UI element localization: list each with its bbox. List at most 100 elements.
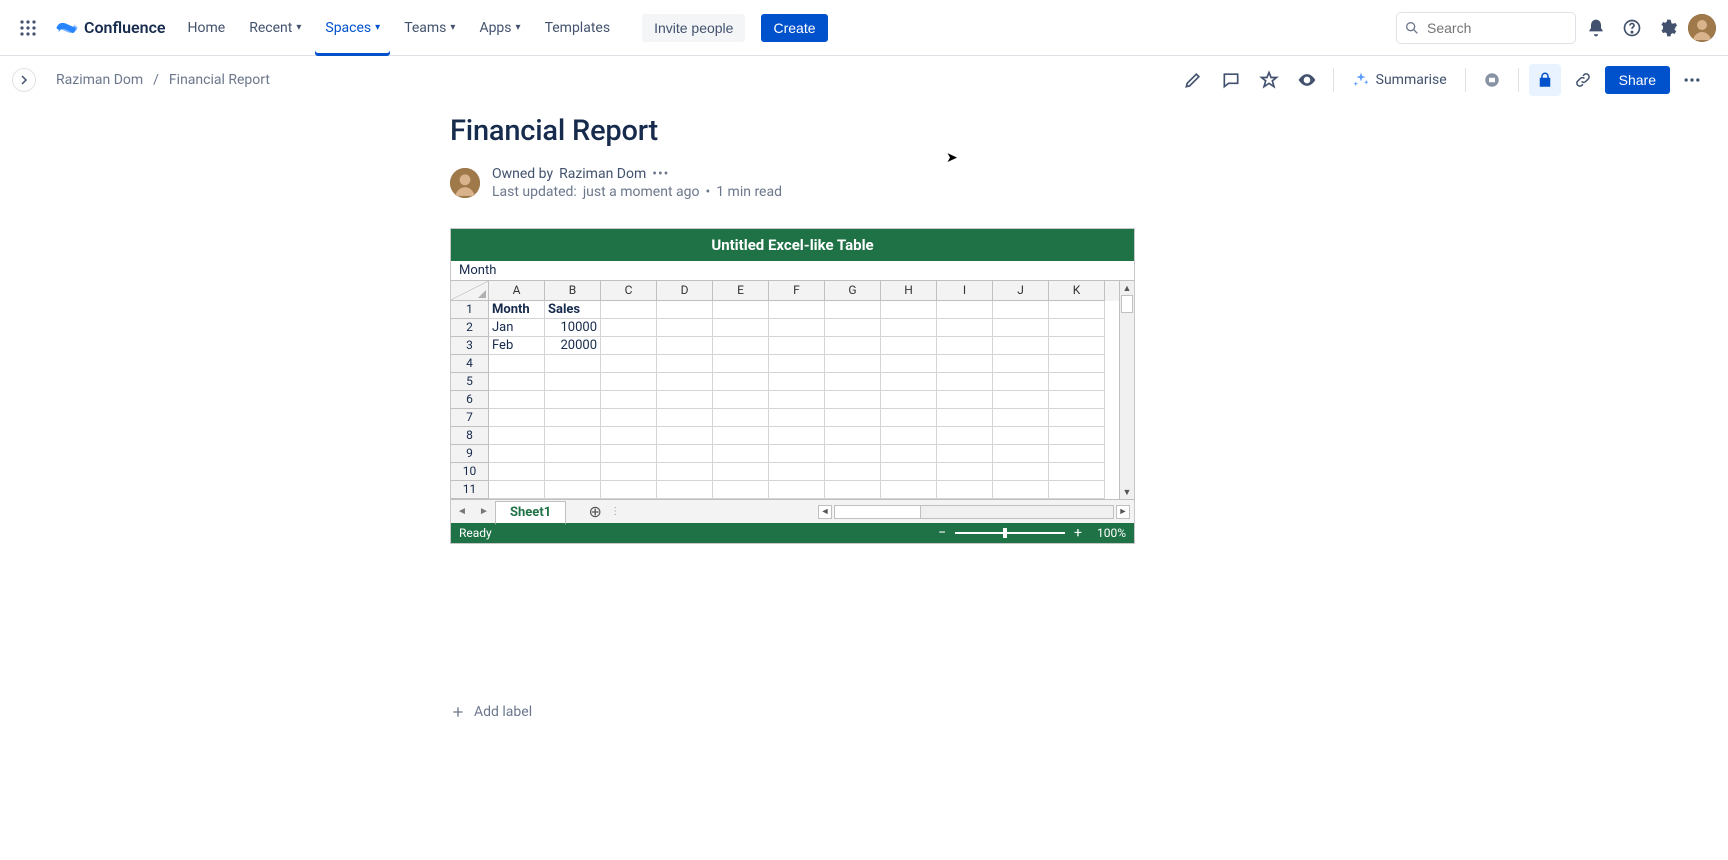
zoom-in-icon[interactable]: + (1071, 525, 1085, 541)
col-header-C[interactable]: C (601, 281, 657, 301)
col-header-B[interactable]: B (545, 281, 601, 301)
breadcrumb-page[interactable]: Financial Report (169, 72, 270, 88)
col-header-E[interactable]: E (713, 281, 769, 301)
page-content: Financial Report Owned by Raziman Dom ••… (0, 104, 1728, 720)
hscroll-thumb[interactable] (835, 506, 921, 518)
last-updated-value[interactable]: just a moment ago (583, 184, 700, 200)
profile-avatar[interactable] (1688, 14, 1716, 42)
restrictions-icon[interactable] (1529, 64, 1561, 96)
confluence-logo[interactable]: Confluence (48, 17, 174, 39)
scroll-down-icon[interactable]: ▼ (1120, 485, 1134, 499)
watch-icon[interactable] (1291, 64, 1323, 96)
zoom-slider[interactable] (955, 532, 1065, 534)
add-label-button[interactable]: Add label (450, 704, 532, 720)
chevron-down-icon: ▾ (450, 22, 455, 33)
sheet-title: Untitled Excel-like Table (451, 229, 1134, 261)
zoom-out-icon[interactable]: − (935, 525, 949, 541)
help-icon[interactable] (1616, 12, 1648, 44)
sheet-tab[interactable]: Sheet1 (495, 501, 566, 525)
nav-teams[interactable]: Teams▾ (394, 0, 465, 56)
share-button[interactable]: Share (1605, 66, 1670, 94)
cell-B3[interactable]: 20000 (545, 337, 601, 355)
byline: Owned by Raziman Dom ••• Last updated: j… (450, 166, 1728, 200)
invite-people-button[interactable]: Invite people (642, 14, 745, 42)
cell-A3[interactable]: Feb (489, 337, 545, 355)
col-header-D[interactable]: D (657, 281, 713, 301)
vertical-scrollbar[interactable]: ▲ ▼ (1119, 281, 1134, 499)
spreadsheet-widget: Untitled Excel-like Table Month A B C D … (450, 228, 1135, 544)
byline-more-icon[interactable]: ••• (652, 166, 669, 182)
presentation-icon[interactable] (1476, 64, 1508, 96)
nav-recent[interactable]: Recent▾ (239, 0, 311, 56)
page-header: Raziman Dom / Financial Report Summarise (0, 56, 1728, 104)
col-header-K[interactable]: K (1049, 281, 1105, 301)
edit-icon[interactable] (1177, 64, 1209, 96)
hscroll-left-icon[interactable]: ◄ (818, 505, 832, 519)
add-sheet-icon[interactable]: ⊕ (584, 501, 606, 523)
search-input[interactable] (1396, 12, 1576, 44)
top-nav: Confluence Home Recent▾ Spaces▾ Teams▾ A… (0, 0, 1728, 56)
zoom-value: 100% (1097, 526, 1126, 540)
owned-by-label: Owned by (492, 166, 553, 182)
col-header-I[interactable]: I (937, 281, 993, 301)
cell-B1[interactable]: Sales (545, 301, 601, 319)
notifications-icon[interactable] (1580, 12, 1612, 44)
settings-icon[interactable] (1652, 12, 1684, 44)
row-header[interactable]: 3 (451, 337, 489, 355)
product-name: Confluence (84, 18, 166, 37)
scroll-thumb[interactable] (1121, 295, 1133, 313)
tab-resize-grip[interactable]: ⋮ (606, 506, 614, 517)
read-time: 1 min read (716, 184, 782, 200)
owner-name[interactable]: Raziman Dom (559, 166, 646, 182)
tab-prev-icon[interactable]: ◄ (451, 506, 473, 517)
cell-A2[interactable]: Jan (489, 319, 545, 337)
summarise-button[interactable]: Summarise (1344, 67, 1455, 93)
zoom-control[interactable]: − + 100% (935, 525, 1126, 541)
col-header-J[interactable]: J (993, 281, 1049, 301)
last-updated-label: Last updated: (492, 184, 577, 200)
nav-home[interactable]: Home (178, 0, 236, 56)
col-header-H[interactable]: H (881, 281, 937, 301)
more-actions-icon[interactable] (1676, 64, 1708, 96)
col-header-A[interactable]: A (489, 281, 545, 301)
chevron-down-icon: ▾ (516, 22, 521, 33)
chevron-down-icon: ▾ (296, 22, 301, 33)
plus-icon (450, 704, 466, 720)
search-box[interactable] (1396, 12, 1576, 44)
column-headers: A B C D E F G H I J K (451, 281, 1134, 301)
expand-sidebar-button[interactable] (12, 68, 36, 92)
sheet-rows: 1 Month Sales 2 Jan 10000 3 Feb 20000 (451, 301, 1134, 499)
select-all-corner[interactable] (451, 281, 489, 301)
confluence-icon (56, 17, 78, 39)
page-title: Financial Report (450, 114, 1728, 148)
copy-link-icon[interactable] (1567, 64, 1599, 96)
col-header-F[interactable]: F (769, 281, 825, 301)
sheet-tab-bar: ◄ ► Sheet1 ⊕ ⋮ ◄ ► (451, 499, 1134, 523)
status-text: Ready (459, 526, 492, 540)
cell-A1[interactable]: Month (489, 301, 545, 319)
nav-templates[interactable]: Templates (535, 0, 621, 56)
search-icon (1404, 20, 1420, 36)
horizontal-scrollbar[interactable]: ◄ ► (818, 505, 1134, 519)
app-switcher-icon[interactable] (12, 12, 44, 44)
col-header-G[interactable]: G (825, 281, 881, 301)
owner-avatar[interactable] (450, 168, 480, 198)
sheet-name-box[interactable]: Month (451, 261, 1134, 281)
comment-icon[interactable] (1215, 64, 1247, 96)
hscroll-right-icon[interactable]: ► (1116, 505, 1130, 519)
cell-B2[interactable]: 10000 (545, 319, 601, 337)
nav-apps[interactable]: Apps▾ (469, 0, 530, 56)
star-icon[interactable] (1253, 64, 1285, 96)
tab-next-icon[interactable]: ► (473, 506, 495, 517)
nav-spaces[interactable]: Spaces▾ (315, 0, 390, 56)
chevron-down-icon: ▾ (375, 22, 380, 33)
create-button[interactable]: Create (761, 14, 827, 42)
page-actions: Summarise Share (1177, 64, 1708, 96)
breadcrumb: Raziman Dom / Financial Report (56, 72, 270, 88)
row-header[interactable]: 1 (451, 301, 489, 319)
status-bar: Ready − + 100% (451, 523, 1134, 543)
breadcrumb-space[interactable]: Raziman Dom (56, 72, 143, 88)
row-header[interactable]: 2 (451, 319, 489, 337)
scroll-up-icon[interactable]: ▲ (1120, 281, 1134, 295)
sparkle-icon (1352, 71, 1370, 89)
